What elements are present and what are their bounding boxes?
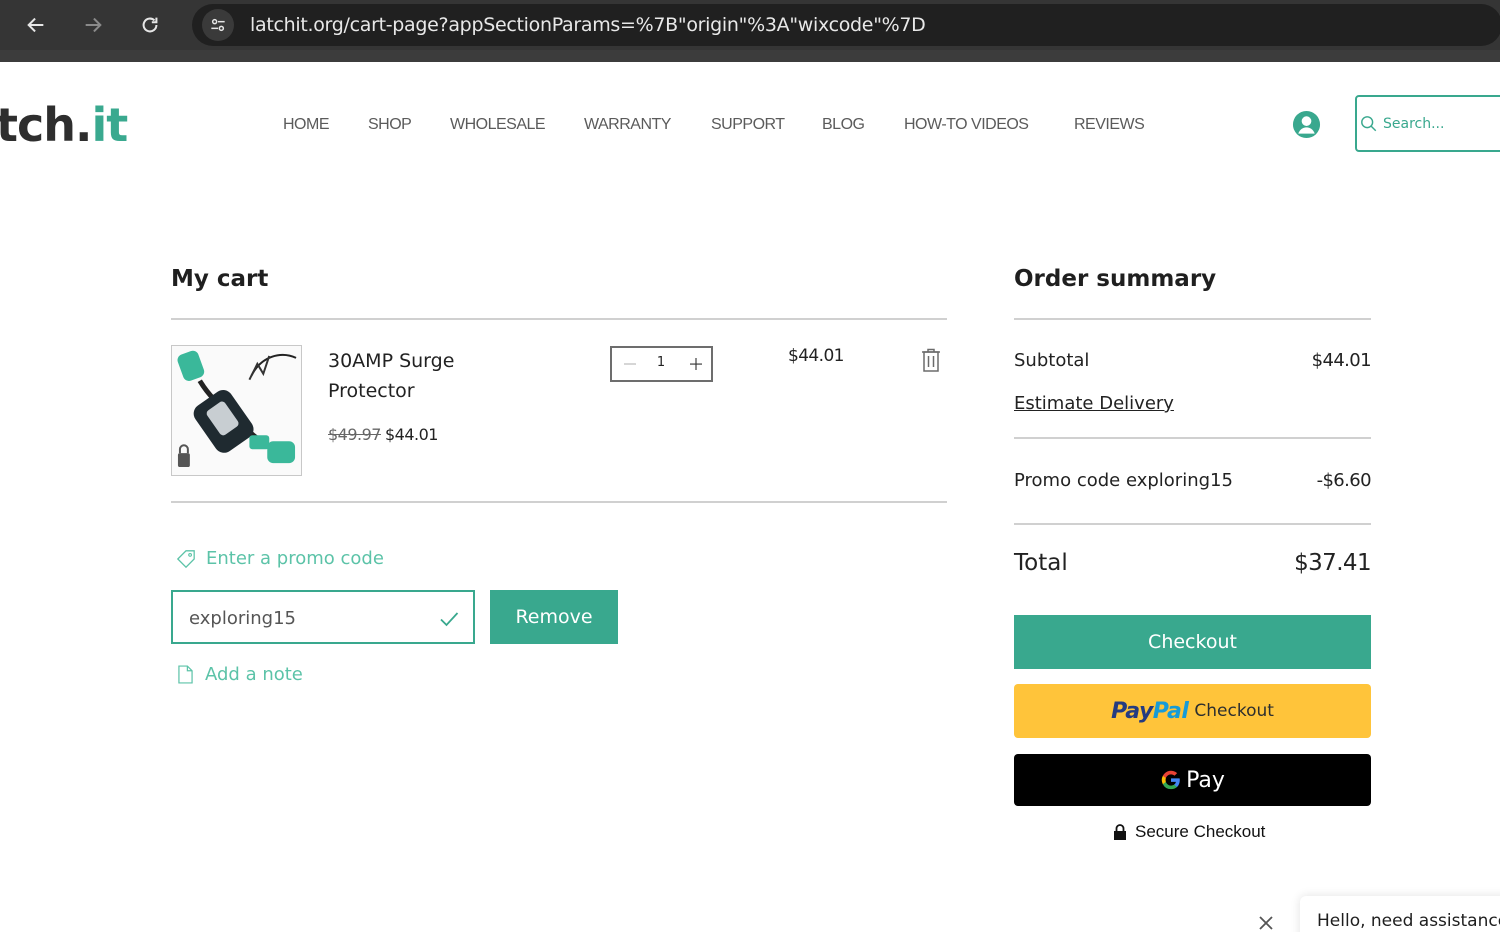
back-button[interactable] [20,9,52,41]
chat-bubble[interactable]: Hello, need assistance [1300,896,1500,932]
estimate-delivery-link[interactable]: Estimate Delivery [1014,393,1174,414]
nav-warranty[interactable]: WARRANTY [584,116,671,134]
subtotal-value: $44.01 [1311,350,1372,371]
reload-button[interactable] [134,9,166,41]
sale-price: $44.01 [384,425,438,444]
nav-reviews[interactable]: REVIEWS [1074,116,1145,134]
site-info-button[interactable] [202,9,234,41]
google-g-icon [1161,770,1180,790]
product-name[interactable]: 30AMP Surge Protector [328,346,518,406]
divider [171,501,947,503]
divider [1014,523,1371,525]
surge-protector-image [177,350,297,468]
subtotal-row: Subtotal $44.01 [1014,350,1372,376]
checkout-button[interactable]: Checkout [1014,615,1371,669]
product-image[interactable] [171,345,302,476]
divider [1014,318,1371,320]
paypal-logo-b: Pal [1152,698,1189,724]
nav-how-to-videos[interactable]: HOW-TO VIDEOS [904,116,1029,134]
tune-icon [211,18,225,32]
google-pay-button[interactable]: Pay [1014,754,1371,806]
reload-icon [142,17,158,33]
forward-button[interactable] [77,9,109,41]
decrease-quantity-button[interactable] [618,352,642,376]
lock-icon [1114,824,1126,840]
arrow-left-icon [27,17,44,33]
browser-toolbar: latchit.org/cart-page?appSectionParams=%… [0,0,1500,50]
url-text[interactable]: latchit.org/cart-page?appSectionParams=%… [250,14,926,36]
enter-promo-link[interactable]: Enter a promo code [176,548,384,569]
line-total: $44.01 [788,346,844,366]
total-label: Total [1014,550,1068,576]
increase-quantity-button[interactable] [684,352,708,376]
subtotal-label: Subtotal [1014,350,1090,371]
nav-support[interactable]: SUPPORT [711,116,785,134]
paypal-checkout-label: Checkout [1194,701,1274,721]
trash-icon[interactable] [919,347,943,373]
secure-checkout: Secure Checkout [1113,822,1265,842]
plus-icon [690,358,702,370]
chat-message: Hello, need assistance [1317,911,1500,931]
nav-blog[interactable]: BLOG [822,116,865,134]
quantity-stepper[interactable]: 1 [610,346,713,382]
tag-icon [176,549,195,568]
total-row: Total $37.41 [1014,550,1372,582]
remove-promo-button[interactable]: Remove [490,590,618,644]
product-price: $49.97 $44.01 [328,425,438,444]
enter-promo-label[interactable]: Enter a promo code [206,548,384,569]
promo-discount: -$6.60 [1316,470,1372,491]
add-note-label[interactable]: Add a note [205,664,303,685]
summary-title: Order summary [1014,266,1217,292]
divider [1014,437,1371,439]
total-value: $37.41 [1294,550,1371,576]
paypal-logo: PayPal [1111,698,1189,724]
address-bar[interactable]: latchit.org/cart-page?appSectionParams=%… [192,4,1500,46]
browser-divider [0,50,1500,62]
check-icon [440,612,459,627]
nav-wholesale[interactable]: WHOLESALE [450,116,546,134]
search-icon [1361,116,1377,132]
search-input[interactable] [1383,113,1500,135]
secure-checkout-label: Secure Checkout [1135,822,1266,841]
divider [171,318,947,320]
paypal-logo-a: Pay [1111,698,1153,724]
promo-row: Promo code exploring15 -$6.60 [1014,470,1372,496]
promo-label: Promo code exploring15 [1014,470,1233,491]
main-nav: HOME SHOP WHOLESALE WARRANTY SUPPORT BLO… [0,116,1200,138]
promo-code-field[interactable] [171,590,475,644]
minus-icon [624,363,636,365]
original-price: $49.97 [328,425,381,444]
note-icon [178,665,193,684]
quantity-value[interactable]: 1 [648,355,674,370]
site-search[interactable] [1355,95,1500,152]
close-icon[interactable] [1255,912,1277,932]
add-note-link[interactable]: Add a note [178,664,303,685]
nav-home[interactable]: HOME [283,116,330,134]
paypal-checkout-button[interactable]: PayPal Checkout [1014,684,1371,738]
google-pay-label: Pay [1186,767,1225,793]
nav-shop[interactable]: SHOP [368,116,412,134]
promo-code-input[interactable] [189,606,429,630]
arrow-right-icon [85,17,102,33]
account-icon[interactable] [1292,110,1321,139]
cart-title: My cart [171,266,269,292]
